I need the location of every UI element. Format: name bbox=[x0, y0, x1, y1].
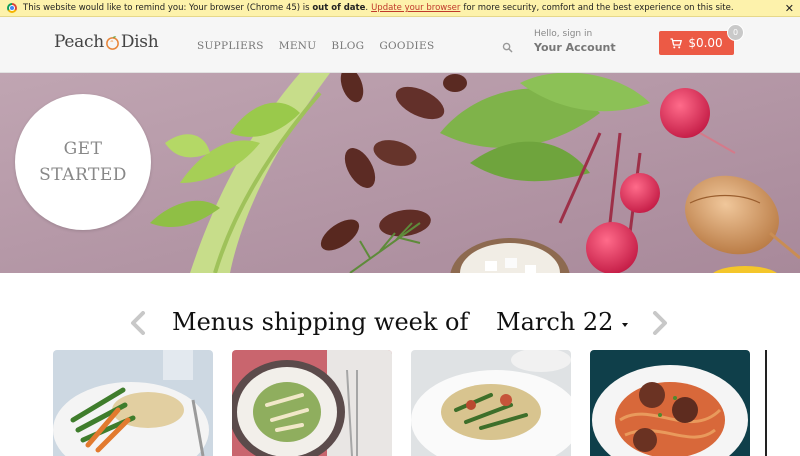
cart-icon bbox=[670, 37, 683, 48]
cart-total: $0.00 bbox=[688, 36, 723, 50]
dish-image bbox=[411, 350, 571, 456]
banner-text: This website would like to remind you: Y… bbox=[23, 3, 310, 13]
account-label: Your Account bbox=[534, 41, 616, 54]
banner-emphasis: out of date bbox=[312, 3, 366, 13]
week-selector: Menus shipping week of March 22 bbox=[0, 302, 800, 342]
banner-text-after: for more security, comfort and the best … bbox=[463, 3, 734, 13]
get-started-line1: GET bbox=[63, 139, 103, 159]
menus-heading: Menus shipping week of bbox=[172, 308, 469, 336]
main-nav: SUPPLIERS MENU BLOG GOODIES bbox=[197, 40, 434, 52]
peach-icon bbox=[105, 35, 119, 50]
close-banner-button[interactable]: ✕ bbox=[785, 0, 794, 17]
account-greeting: Hello, sign in bbox=[534, 29, 593, 39]
cart-count-badge: 0 bbox=[727, 24, 744, 41]
dish-image bbox=[590, 350, 750, 456]
nav-goodies[interactable]: GOODIES bbox=[379, 40, 434, 52]
dish-image bbox=[53, 350, 213, 456]
logo-text-right: Dish bbox=[120, 32, 159, 52]
menu-card[interactable] bbox=[232, 350, 392, 456]
menu-card[interactable] bbox=[53, 350, 213, 456]
site-logo[interactable]: Peach Dish bbox=[54, 32, 159, 52]
site-header: Peach Dish SUPPLIERS MENU BLOG GOODIES H… bbox=[0, 17, 800, 73]
menu-card[interactable] bbox=[590, 350, 750, 456]
nav-menu[interactable]: MENU bbox=[279, 40, 317, 52]
menu-cards bbox=[0, 350, 800, 456]
search-icon[interactable] bbox=[502, 42, 513, 53]
menu-card[interactable] bbox=[411, 350, 571, 456]
nav-blog[interactable]: BLOG bbox=[331, 40, 364, 52]
chevron-left-icon[interactable] bbox=[128, 311, 148, 335]
update-browser-link[interactable]: Update your browser bbox=[371, 3, 460, 13]
hero-banner: GET STARTED bbox=[0, 73, 800, 273]
week-dropdown[interactable]: March 22 bbox=[496, 308, 613, 336]
outdated-browser-banner: This website would like to remind you: Y… bbox=[0, 0, 800, 17]
chevron-right-icon[interactable] bbox=[650, 311, 670, 335]
dish-image bbox=[232, 350, 392, 456]
account-link[interactable]: Hello, sign in Your Account bbox=[534, 29, 616, 54]
chrome-icon bbox=[7, 3, 17, 13]
get-started-line2: STARTED bbox=[39, 165, 127, 185]
get-started-button[interactable]: GET STARTED bbox=[15, 94, 151, 230]
logo-text-left: Peach bbox=[54, 32, 104, 52]
cart-button[interactable]: $0.00 bbox=[659, 31, 734, 55]
nav-suppliers[interactable]: SUPPLIERS bbox=[197, 40, 264, 52]
menu-card-partial[interactable] bbox=[765, 350, 800, 456]
caret-down-icon[interactable] bbox=[622, 323, 628, 327]
